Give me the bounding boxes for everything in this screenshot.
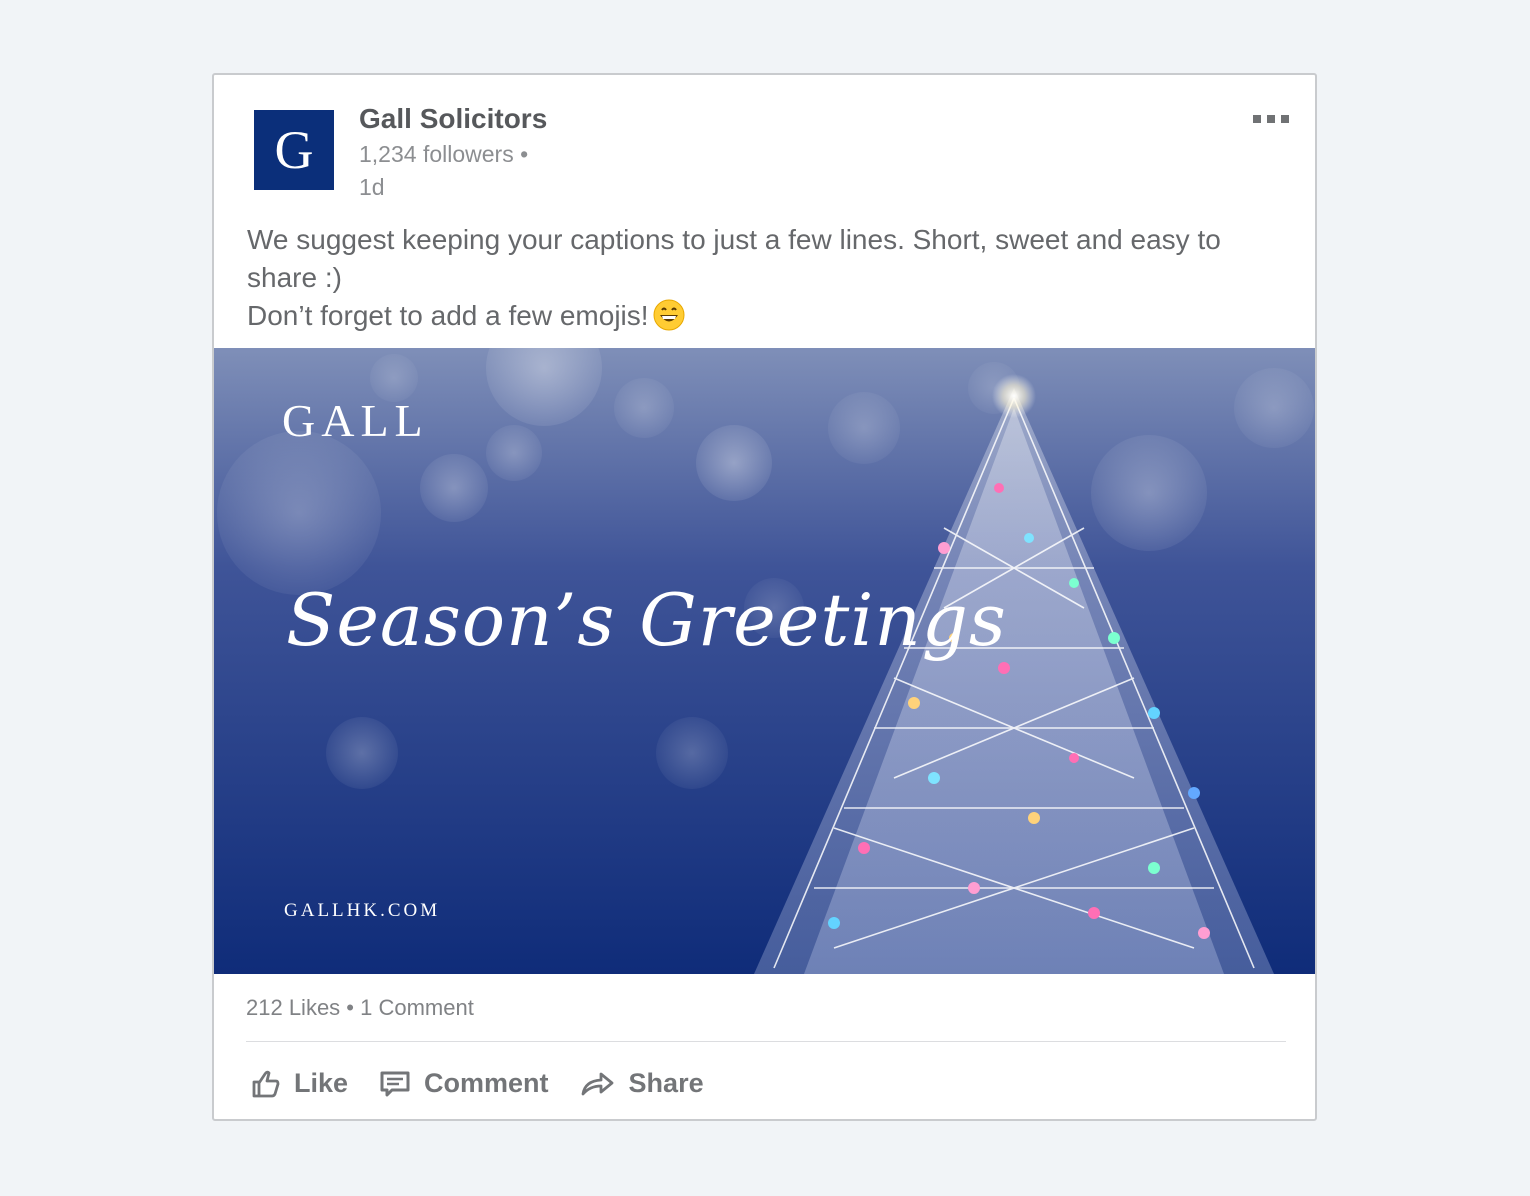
share-arrow-icon: [581, 1072, 613, 1096]
like-button[interactable]: Like: [248, 1066, 348, 1100]
company-name[interactable]: Gall Solicitors: [359, 103, 547, 135]
image-brand-text: GALL: [282, 395, 429, 446]
follower-count: 1,234 followers •: [359, 141, 529, 167]
comment-icon: [380, 1071, 410, 1097]
post-caption: We suggest keeping your captions to just…: [247, 221, 1287, 335]
more-options-icon[interactable]: [1253, 115, 1289, 123]
thumbs-up-icon: [252, 1070, 280, 1098]
company-logo[interactable]: G: [254, 110, 334, 190]
share-button[interactable]: Share: [579, 1066, 704, 1100]
post-time: 1d: [359, 174, 385, 200]
caption-line-1: We suggest keeping your captions to just…: [247, 224, 1221, 293]
like-label: Like: [294, 1067, 349, 1098]
image-url-text: GALLHK.COM: [284, 900, 441, 921]
grinning-face-emoji-icon: [653, 299, 685, 331]
actions-divider: [246, 1041, 1286, 1042]
caption-line-2: Don’t forget to add a few emojis!: [247, 300, 649, 331]
post-image[interactable]: GALL Season’s Greetings GALLHK.COM: [214, 348, 1315, 974]
post-actions: Like Comment Share: [248, 1063, 734, 1103]
comment-button[interactable]: Comment: [378, 1066, 549, 1100]
image-greeting-text: Season’s Greetings: [286, 578, 1007, 662]
share-label: Share: [628, 1067, 704, 1098]
comment-label: Comment: [424, 1067, 549, 1098]
engagement-stats[interactable]: 212 Likes • 1 Comment: [246, 995, 474, 1021]
post-card: G Gall Solicitors 1,234 followers • 1d W…: [212, 73, 1317, 1121]
